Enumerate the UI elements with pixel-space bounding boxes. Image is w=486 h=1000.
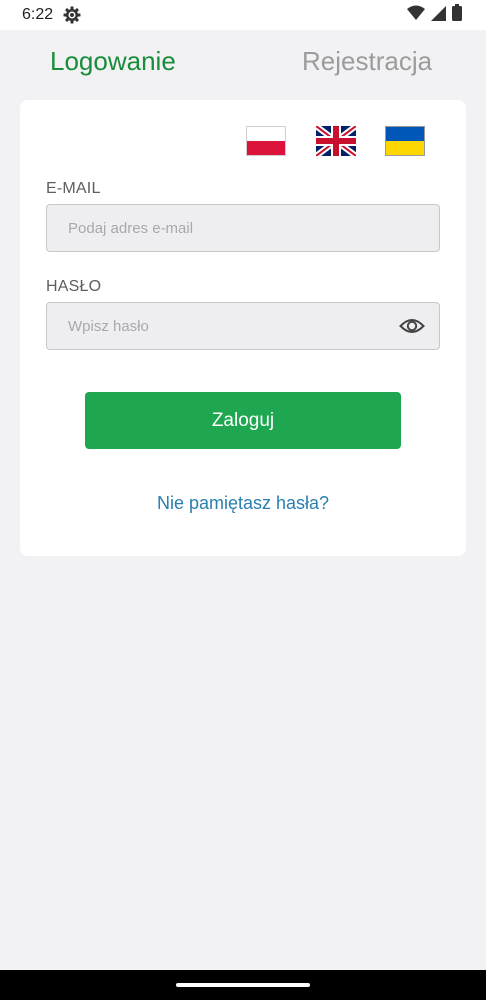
email-field-container (46, 204, 440, 252)
navigation-bar (0, 970, 486, 1000)
email-input[interactable] (47, 205, 387, 251)
password-label: HASŁO (46, 278, 102, 295)
eye-icon[interactable] (399, 315, 425, 337)
tab-login[interactable]: Logowanie (50, 46, 176, 77)
password-input[interactable] (47, 303, 387, 349)
ukraine-flag-icon[interactable] (385, 126, 425, 156)
auth-tabs: Logowanie Rejestracja (0, 30, 486, 94)
status-time: 6:22 (22, 6, 54, 23)
tab-register[interactable]: Rejestracja (302, 46, 432, 77)
status-bar: 6:22 (0, 0, 486, 30)
login-card: E-MAIL HASŁO Zaloguj Nie pamiętasz hasła… (20, 100, 466, 556)
email-label: E-MAIL (46, 180, 101, 197)
uk-flag-icon[interactable] (316, 126, 356, 156)
wifi-icon (407, 5, 425, 26)
signal-icon (431, 5, 446, 26)
status-icons (407, 4, 462, 26)
forgot-password-link[interactable]: Nie pamiętasz hasła? (20, 493, 466, 514)
poland-flag-icon[interactable] (246, 126, 286, 156)
login-button[interactable]: Zaloguj (85, 392, 401, 449)
settings-icon (63, 6, 81, 24)
home-handle[interactable] (176, 983, 310, 987)
battery-icon (452, 4, 462, 26)
password-field-container (46, 302, 440, 350)
